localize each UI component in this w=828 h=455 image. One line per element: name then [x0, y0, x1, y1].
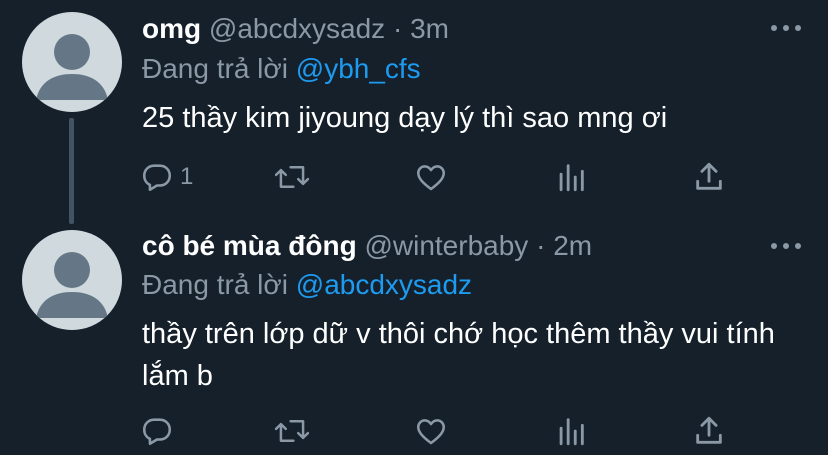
share-icon — [696, 162, 722, 190]
timestamp[interactable]: 3m — [410, 13, 449, 44]
share-icon — [696, 416, 722, 444]
more-icon[interactable] — [768, 22, 804, 34]
retweet-icon — [274, 420, 310, 442]
avatar[interactable] — [22, 230, 122, 330]
separator-dot: · — [392, 13, 403, 44]
replying-to-mention[interactable]: @abcdxysadz — [296, 269, 472, 300]
analytics-button[interactable] — [554, 159, 588, 195]
separator-dot: · — [536, 230, 546, 261]
analytics-button[interactable] — [554, 413, 588, 449]
display-name[interactable]: cô bé mùa đông — [142, 230, 357, 261]
user-handle[interactable]: @abcdxysadz — [209, 13, 385, 44]
share-button[interactable] — [692, 159, 726, 195]
timestamp[interactable]: 2m — [553, 230, 592, 261]
tweet-actions — [140, 413, 740, 449]
reply-count: 1 — [180, 163, 194, 190]
like-icon — [416, 419, 446, 445]
user-handle[interactable]: @winterbaby — [364, 230, 528, 261]
replying-to-label: Đang trả lời — [142, 269, 288, 300]
reply-icon — [142, 418, 172, 446]
more-icon[interactable] — [768, 240, 804, 252]
like-button[interactable] — [414, 159, 448, 195]
reply-button[interactable] — [140, 413, 180, 449]
tweet-header: cô bé mùa đông @winterbaby · 2m — [142, 229, 592, 263]
tweet-text: thầy trên lớp dữ v thôi chớ học thêm thầ… — [142, 318, 775, 392]
analytics-icon — [559, 418, 584, 446]
reply-icon — [142, 164, 172, 192]
tweet-2[interactable]: cô bé mùa đông @winterbaby · 2m Đang trả… — [0, 220, 828, 455]
tweet-1[interactable]: omg @abcdxysadz · 3m Đang trả lời @ybh_c… — [0, 0, 828, 220]
like-button[interactable] — [414, 413, 448, 449]
default-avatar-icon — [36, 252, 108, 318]
retweet-button[interactable] — [274, 413, 310, 449]
avatar[interactable] — [22, 12, 122, 112]
share-button[interactable] — [692, 413, 726, 449]
replying-to-label: Đang trả lời — [142, 53, 288, 84]
default-avatar-icon — [36, 34, 108, 100]
display-name[interactable]: omg — [142, 13, 201, 44]
retweet-button[interactable] — [274, 159, 310, 195]
replying-to: Đang trả lời @abcdxysadz — [142, 268, 472, 302]
replying-to-mention[interactable]: @ybh_cfs — [296, 53, 421, 84]
tweet-header: omg @abcdxysadz · 3m — [142, 12, 449, 46]
like-icon — [416, 165, 446, 191]
replying-to: Đang trả lời @ybh_cfs — [142, 52, 421, 86]
analytics-icon — [559, 164, 584, 192]
retweet-icon — [274, 166, 310, 188]
tweet-actions: 1 — [140, 159, 740, 195]
reply-button[interactable]: 1 — [140, 159, 193, 195]
tweet-text: 25 thầy kim jiyoung dạy lý thì sao mng ơ… — [142, 102, 668, 134]
